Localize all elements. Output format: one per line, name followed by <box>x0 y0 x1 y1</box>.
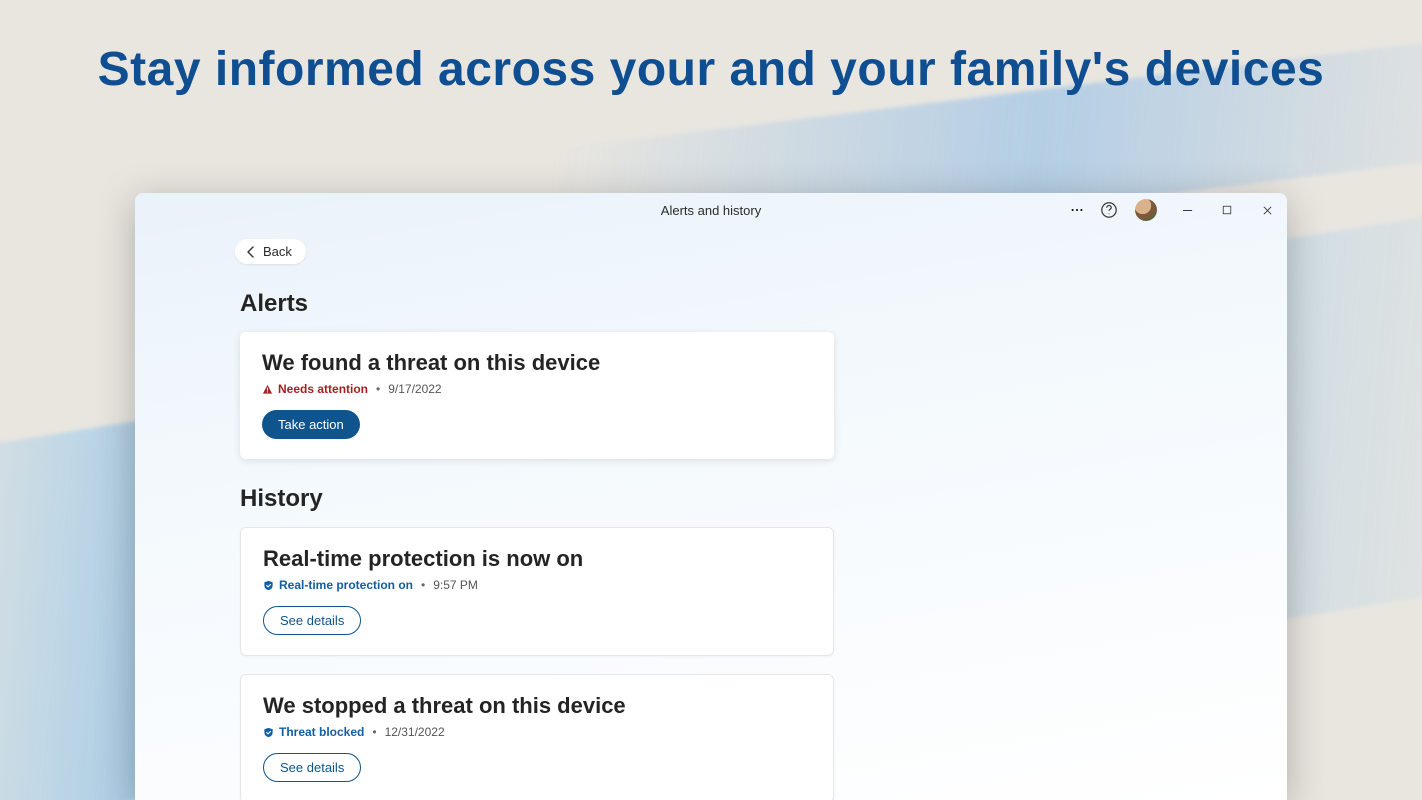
maximize-icon <box>1222 205 1232 215</box>
window-controls <box>1061 193 1287 227</box>
alerts-heading: Alerts <box>240 290 1287 318</box>
separator: • <box>372 725 376 739</box>
help-button[interactable] <box>1093 194 1125 226</box>
alert-meta: Needs attention • 9/17/2022 <box>262 382 812 396</box>
history-status-text: Real-time protection on <box>279 578 413 592</box>
back-label: Back <box>263 244 292 259</box>
alert-status-text: Needs attention <box>278 382 368 396</box>
warning-icon <box>262 384 273 395</box>
close-icon <box>1262 205 1273 216</box>
status-badge: Needs attention <box>262 382 368 396</box>
see-details-button[interactable]: See details <box>263 606 361 635</box>
take-action-button[interactable]: Take action <box>262 410 360 439</box>
maximize-button[interactable] <box>1207 193 1247 227</box>
minimize-icon <box>1182 205 1193 216</box>
separator: • <box>421 578 425 592</box>
separator: • <box>376 382 380 396</box>
history-date: 9:57 PM <box>433 578 478 592</box>
back-button[interactable]: Back <box>235 239 306 264</box>
status-badge: Threat blocked <box>263 725 364 739</box>
history-date: 12/31/2022 <box>385 725 445 739</box>
history-status-text: Threat blocked <box>279 725 364 739</box>
history-heading: History <box>240 485 1287 513</box>
more-button[interactable] <box>1061 194 1093 226</box>
chevron-left-icon <box>245 246 257 258</box>
ellipsis-icon <box>1070 203 1084 217</box>
account-avatar[interactable] <box>1135 199 1157 221</box>
shield-icon <box>263 727 274 738</box>
see-details-button[interactable]: See details <box>263 753 361 782</box>
history-card: Real-time protection is now on Real-time… <box>240 527 834 656</box>
alert-card: We found a threat on this device Needs a… <box>240 332 834 459</box>
hero-headline: Stay informed across your and your famil… <box>0 42 1422 97</box>
history-title: We stopped a threat on this device <box>263 693 811 719</box>
history-title: Real-time protection is now on <box>263 546 811 572</box>
alert-date: 9/17/2022 <box>388 382 441 396</box>
alert-title: We found a threat on this device <box>262 350 812 376</box>
help-icon <box>1100 201 1118 219</box>
status-badge: Real-time protection on <box>263 578 413 592</box>
titlebar: Alerts and history <box>135 193 1287 227</box>
shield-icon <box>263 580 274 591</box>
window-content: Back Alerts We found a threat on this de… <box>135 227 1287 800</box>
app-window: Alerts and history <box>135 193 1287 800</box>
history-meta: Threat blocked • 12/31/2022 <box>263 725 811 739</box>
minimize-button[interactable] <box>1167 193 1207 227</box>
close-button[interactable] <box>1247 193 1287 227</box>
history-meta: Real-time protection on • 9:57 PM <box>263 578 811 592</box>
history-card: We stopped a threat on this device Threa… <box>240 674 834 800</box>
